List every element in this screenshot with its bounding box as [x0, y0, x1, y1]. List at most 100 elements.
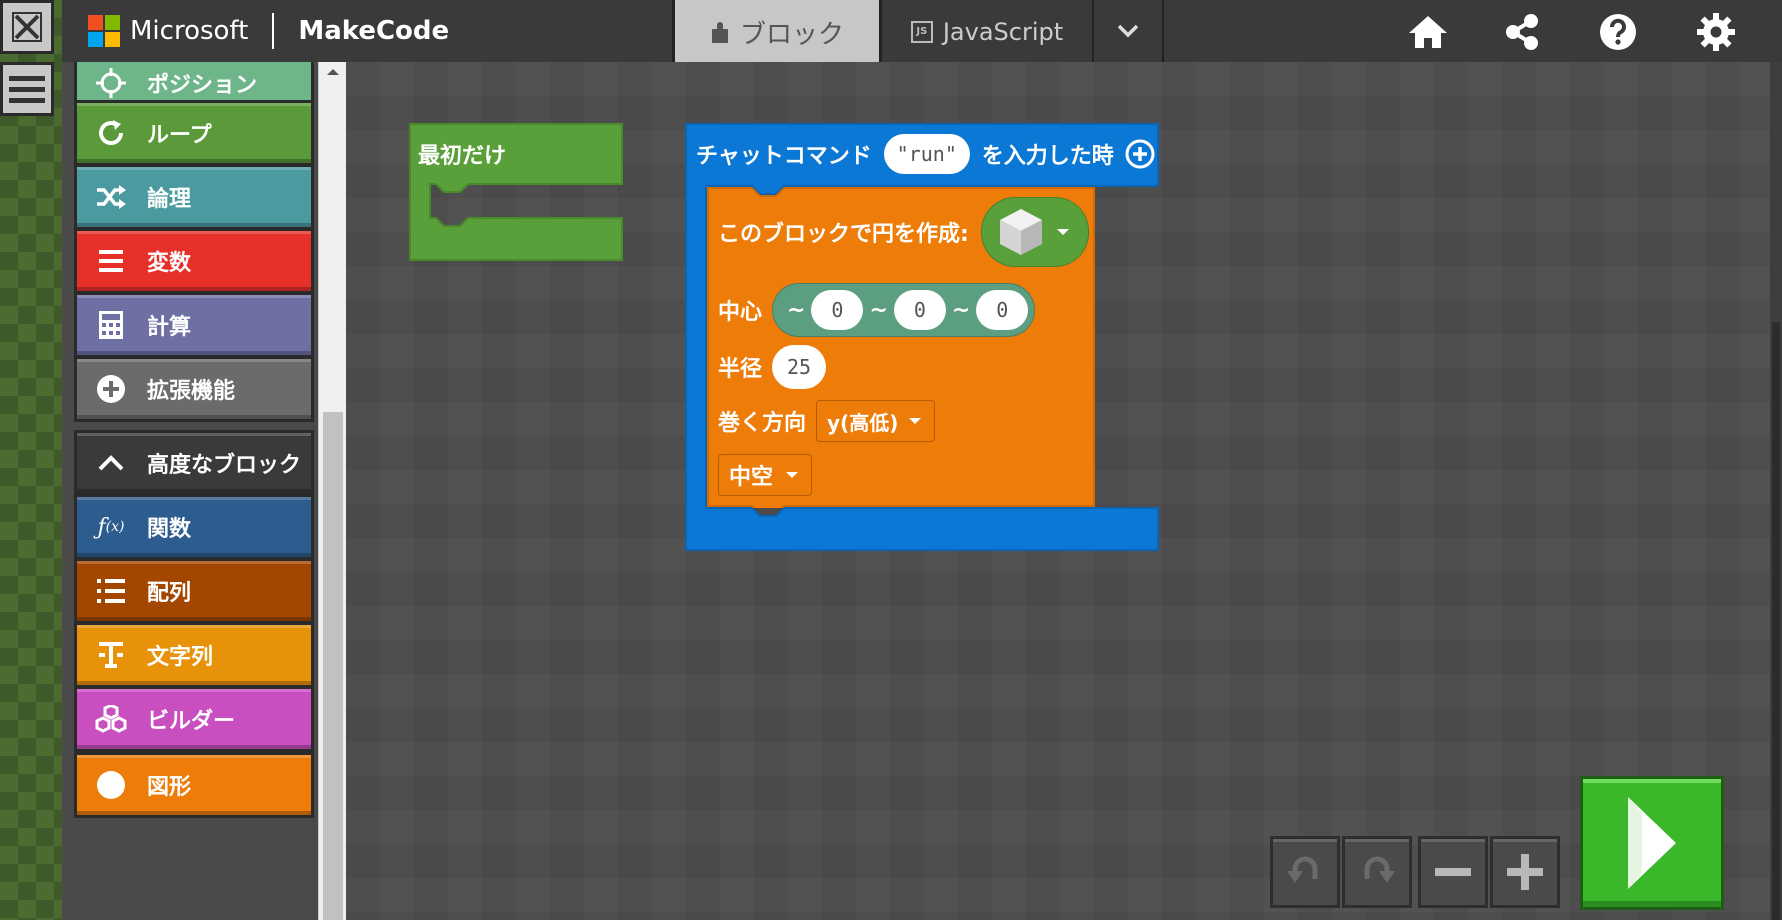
- chevron-up-icon: [91, 443, 131, 483]
- category-label: 高度なブロック: [147, 453, 302, 478]
- position-reporter[interactable]: ~ 0 ~ 0 ~ 0: [772, 283, 1036, 337]
- y-input[interactable]: 0: [893, 290, 946, 330]
- block-picker-dropdown[interactable]: [980, 197, 1089, 267]
- category-shapes[interactable]: 図形: [74, 752, 314, 818]
- category-text[interactable]: 文字列: [74, 622, 314, 688]
- redo-icon: [1364, 856, 1395, 883]
- create-circle-label: このブロックで円を作成:: [718, 222, 969, 247]
- close-button[interactable]: [0, 0, 54, 54]
- caret-down-icon: [909, 418, 922, 424]
- gear-icon: [1697, 13, 1735, 51]
- menu-button[interactable]: [0, 62, 54, 116]
- calculator-icon: [91, 305, 131, 345]
- tilde-z: ~: [951, 297, 971, 323]
- orientation-row: 巻く方向 y(高低): [718, 398, 936, 444]
- chat-command-label: チャットコマンド: [696, 144, 872, 169]
- loop-icon: [91, 113, 131, 153]
- category-loops[interactable]: ループ: [74, 100, 314, 166]
- help-icon: [1600, 14, 1636, 50]
- category-builder[interactable]: ビルダー: [74, 686, 314, 752]
- add-parameter-icon[interactable]: [1124, 138, 1156, 170]
- hamburger-icon: [9, 76, 45, 103]
- category-math[interactable]: 計算: [74, 292, 314, 358]
- circle-header-row: このブロックで円を作成:: [718, 197, 1089, 267]
- chat-command-suffix: を入力した時: [981, 144, 1114, 169]
- category-logic[interactable]: 論理: [74, 164, 314, 230]
- category-label: 計算: [147, 315, 192, 340]
- function-icon: ƒ (x): [97, 514, 125, 540]
- makecode-app: Microsoft MakeCode ブロック JS JavaScript ポジ…: [0, 0, 1782, 920]
- caret-down-icon: [786, 472, 799, 478]
- share-button[interactable]: [1498, 8, 1546, 56]
- undo-icon: [1287, 856, 1318, 883]
- cubes-icon: [91, 699, 131, 739]
- top-bar: Microsoft MakeCode ブロック JS JavaScript: [62, 0, 1782, 68]
- tilde-y: ~: [869, 297, 888, 323]
- toolbox: ポジション ループ 論理 変数 計算 拡張機能 高度なブロック ƒ (x) 関数…: [62, 62, 318, 920]
- brand-microsoft: Microsoft: [130, 16, 249, 46]
- home-button[interactable]: [1404, 8, 1452, 56]
- category-label: 図形: [147, 775, 192, 800]
- tab-blocks[interactable]: ブロック: [672, 0, 882, 68]
- microsoft-logo-icon: [88, 15, 120, 47]
- tab-javascript[interactable]: JS JavaScript: [882, 0, 1094, 64]
- shuffle-icon: [91, 177, 131, 217]
- workspace-scroll-thumb[interactable]: [1772, 322, 1780, 920]
- minus-icon: [1435, 868, 1471, 876]
- z-input[interactable]: 0: [976, 290, 1029, 330]
- radius-input[interactable]: 25: [772, 345, 827, 389]
- toolbox-scrollbar[interactable]: [318, 62, 346, 920]
- fill-mode-dropdown[interactable]: 中空: [718, 454, 813, 496]
- category-label: ループ: [147, 123, 212, 148]
- javascript-icon: JS: [910, 21, 933, 43]
- run-code-button[interactable]: [1580, 776, 1724, 910]
- settings-button[interactable]: [1692, 8, 1740, 56]
- close-icon: [12, 12, 42, 42]
- on-start-label: 最初だけ: [418, 144, 507, 169]
- category-extensions[interactable]: 拡張機能: [74, 356, 314, 422]
- create-circle-block[interactable]: このブロックで円を作成: 中心 ~ 0 ~ 0 ~ 0 半径 25 巻く方向 y…: [706, 186, 1096, 508]
- category-label: 論理: [147, 187, 192, 212]
- workspace-scrollbar[interactable]: [1770, 62, 1782, 920]
- play-icon: [1628, 797, 1676, 889]
- orientation-dropdown[interactable]: y(高低): [816, 400, 936, 442]
- scroll-up-icon[interactable]: [319, 62, 347, 82]
- category-label: 変数: [147, 251, 192, 276]
- numbered-list-icon: [91, 571, 131, 611]
- orientation-label: 巻く方向: [718, 411, 807, 436]
- category-advanced[interactable]: 高度なブロック: [74, 430, 314, 496]
- center-row: 中心 ~ 0 ~ 0 ~ 0: [718, 282, 1036, 338]
- category-arrays[interactable]: 配列: [74, 558, 314, 624]
- text-icon: [91, 635, 131, 675]
- tab-blocks-label: ブロック: [739, 20, 844, 50]
- category-label: 配列: [147, 581, 192, 606]
- category-functions[interactable]: ƒ (x) 関数: [74, 494, 314, 560]
- zoom-in-button[interactable]: [1490, 836, 1560, 908]
- puzzle-icon: [711, 21, 728, 43]
- x-input[interactable]: 0: [811, 290, 864, 330]
- brand-makecode[interactable]: MakeCode: [298, 16, 449, 46]
- radius-row: 半径 25: [718, 344, 827, 390]
- share-icon: [1506, 14, 1538, 50]
- editor-dropdown-button[interactable]: [1094, 0, 1164, 64]
- category-variables[interactable]: 変数: [74, 228, 314, 294]
- zoom-out-button[interactable]: [1418, 836, 1488, 908]
- undo-button[interactable]: [1270, 836, 1340, 908]
- brand-divider: [272, 13, 275, 49]
- circle-icon: [91, 765, 131, 805]
- category-label: ビルダー: [147, 709, 236, 734]
- chat-command-value: run: [908, 142, 945, 166]
- chat-command-input[interactable]: " run ": [883, 134, 970, 174]
- help-button[interactable]: [1594, 8, 1642, 56]
- tab-javascript-label: JavaScript: [942, 18, 1064, 46]
- on-start-block[interactable]: 最初だけ: [408, 122, 624, 262]
- category-label: 文字列: [147, 645, 214, 670]
- fill-mode-row: 中空: [718, 452, 813, 498]
- category-label: 拡張機能: [147, 379, 236, 404]
- toolbox-scroll-thumb[interactable]: [323, 412, 343, 920]
- tilde-x: ~: [787, 297, 806, 323]
- plus-icon: [1507, 854, 1543, 890]
- white-block-icon: [999, 209, 1042, 255]
- redo-button[interactable]: [1342, 836, 1412, 908]
- fill-mode-value: 中空: [729, 465, 774, 490]
